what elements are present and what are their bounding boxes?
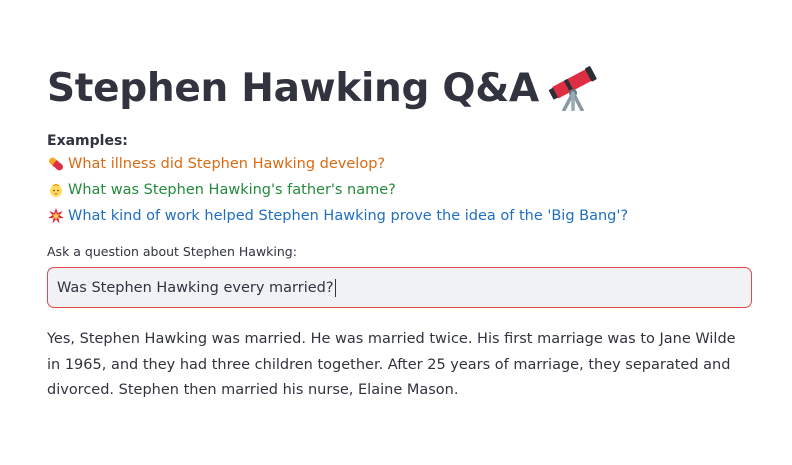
answer-text: Yes, Stephen Hawking was married. He was… bbox=[47, 331, 736, 398]
header: Stephen Hawking Q&A bbox=[47, 56, 752, 120]
examples-label: Examples: bbox=[47, 133, 128, 149]
main-content: Stephen Hawking Q&A Examples: What illne… bbox=[47, 56, 752, 404]
example-item[interactable]: What kind of work helped Stephen Hawking… bbox=[47, 203, 752, 229]
question-label: Ask a question about Stephen Hawking: bbox=[47, 244, 297, 259]
page-title: Stephen Hawking Q&A bbox=[47, 65, 539, 111]
telescope-icon bbox=[547, 65, 599, 112]
collision-icon bbox=[47, 207, 65, 225]
question-input[interactable]: Was Stephen Hawking every married? bbox=[47, 267, 752, 308]
baby-face-icon bbox=[47, 181, 65, 199]
example-text[interactable]: What illness did Stephen Hawking develop… bbox=[68, 156, 385, 172]
example-item[interactable]: What was Stephen Hawking's father's name… bbox=[47, 177, 752, 203]
text-caret bbox=[334, 278, 336, 297]
pill-icon bbox=[47, 155, 65, 173]
example-text[interactable]: What kind of work helped Stephen Hawking… bbox=[68, 208, 628, 224]
examples-section: Examples: What illness did Stephen Hawki… bbox=[47, 131, 752, 229]
example-item[interactable]: What illness did Stephen Hawking develop… bbox=[47, 151, 752, 177]
example-text[interactable]: What was Stephen Hawking's father's name… bbox=[68, 182, 396, 198]
question-input-value[interactable]: Was Stephen Hawking every married? bbox=[57, 280, 334, 296]
